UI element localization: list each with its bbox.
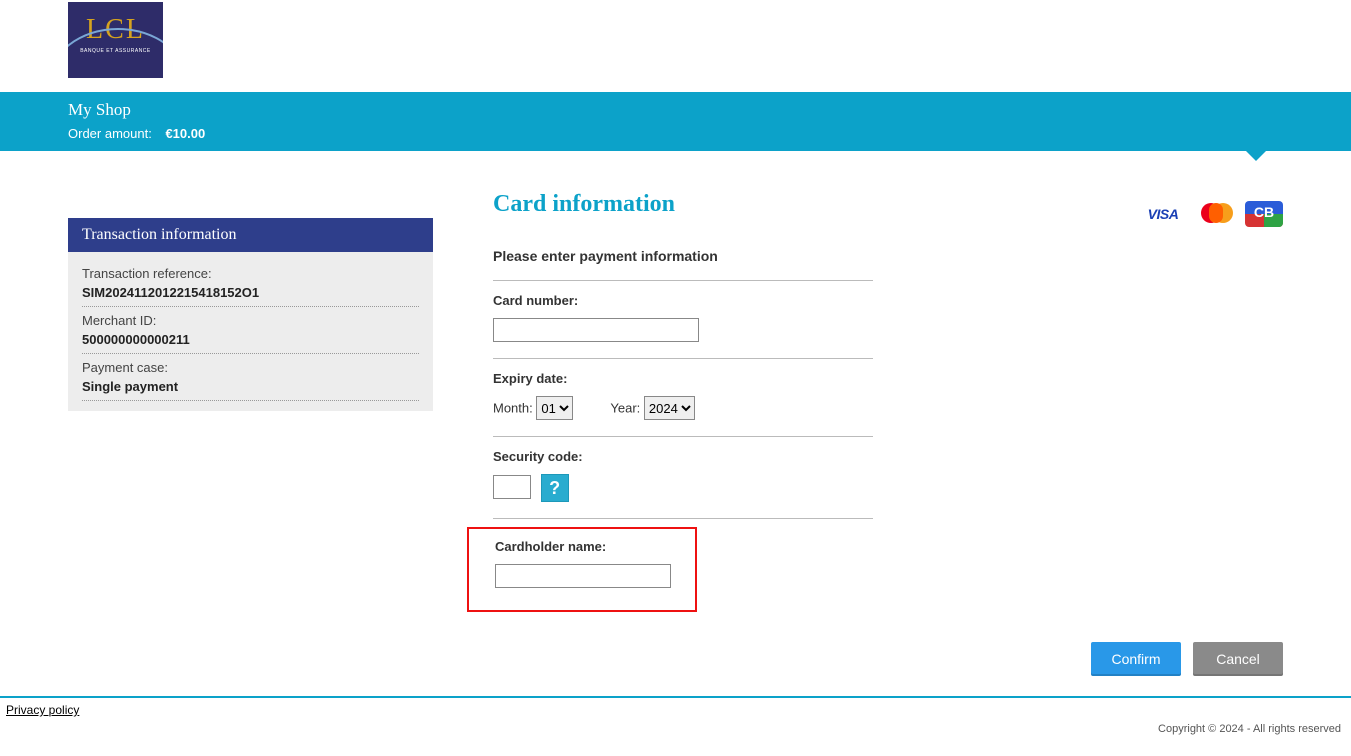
copyright-text: Copyright © 2024 - All rights reserved — [0, 717, 1351, 741]
card-number-section: Card number: — [493, 281, 873, 359]
expiry-label: Expiry date: — [493, 371, 873, 386]
privacy-policy-link[interactable]: Privacy policy — [6, 703, 79, 717]
transaction-ref-label: Transaction reference: — [82, 266, 419, 281]
year-select[interactable]: 2024 — [644, 396, 695, 420]
card-number-label: Card number: — [493, 293, 873, 308]
visa-icon: VISA — [1141, 202, 1185, 226]
footer-bar: Privacy policy — [0, 696, 1351, 717]
action-row: Confirm Cancel — [0, 642, 1351, 696]
security-section: Security code: ? — [493, 437, 873, 519]
transaction-field: Merchant ID: 500000000000211 — [82, 307, 419, 354]
card-number-input[interactable] — [493, 318, 699, 342]
order-amount-value: €10.00 — [165, 126, 205, 141]
security-label: Security code: — [493, 449, 873, 464]
cardholder-highlight: Cardholder name: — [467, 527, 697, 612]
cardholder-name-input[interactable] — [495, 564, 671, 588]
month-label: Month: — [493, 401, 533, 416]
month-select[interactable]: 01 — [536, 396, 573, 420]
mastercard-icon — [1195, 201, 1235, 227]
top-bar: LCL BANQUE ET ASSURANCE — [0, 0, 1351, 92]
security-code-input[interactable] — [493, 475, 531, 499]
transaction-ref-value: SIM2024112012215418152O1 — [82, 285, 419, 300]
transaction-panel-title: Transaction information — [68, 218, 433, 252]
cancel-button[interactable]: Cancel — [1193, 642, 1283, 676]
bank-logo: LCL BANQUE ET ASSURANCE — [68, 2, 163, 78]
card-brand-logos: VISA CB — [1141, 201, 1283, 227]
merchant-id-label: Merchant ID: — [82, 313, 419, 328]
shop-banner: My Shop Order amount: €10.00 — [0, 92, 1351, 151]
transaction-field: Payment case: Single payment — [82, 354, 419, 401]
year-label: Year: — [610, 401, 640, 416]
order-amount-label: Order amount: — [68, 126, 152, 141]
shop-name: My Shop — [68, 100, 1351, 120]
transaction-panel: Transaction reference: SIM20241120122154… — [68, 252, 433, 411]
cb-icon: CB — [1245, 201, 1283, 227]
transaction-field: Transaction reference: SIM20241120122154… — [82, 260, 419, 307]
bank-logo-arc — [68, 28, 163, 78]
help-icon[interactable]: ? — [541, 474, 569, 502]
confirm-button[interactable]: Confirm — [1091, 642, 1181, 676]
form-intro: Please enter payment information — [493, 248, 873, 281]
payment-case-label: Payment case: — [82, 360, 419, 375]
banner-arrow-icon — [1246, 151, 1266, 161]
cardholder-label: Cardholder name: — [495, 539, 681, 554]
order-line: Order amount: €10.00 — [68, 126, 1351, 141]
payment-case-value: Single payment — [82, 379, 419, 394]
expiry-section: Expiry date: Month: 01 Year: 2024 — [493, 359, 873, 437]
merchant-id-value: 500000000000211 — [82, 332, 419, 347]
